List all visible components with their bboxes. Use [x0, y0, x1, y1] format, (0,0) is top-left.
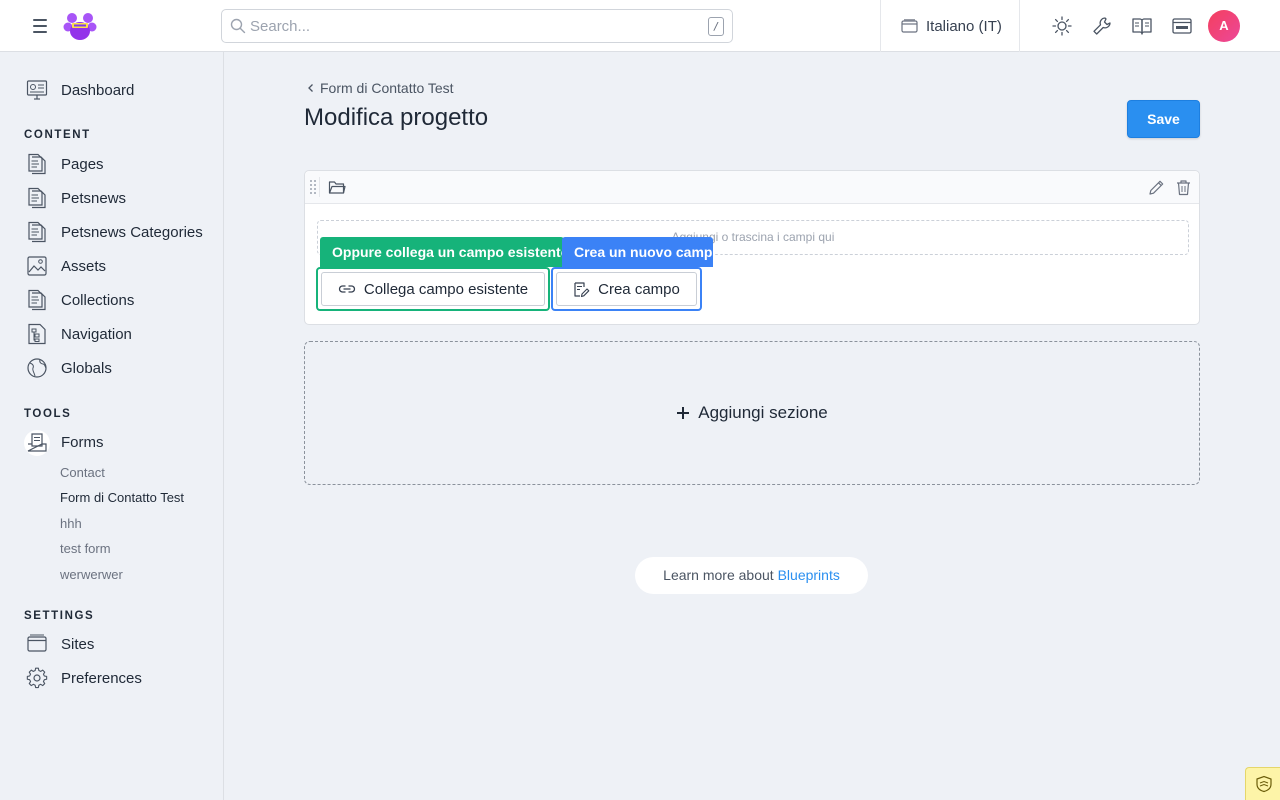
- link-icon: [338, 285, 355, 293]
- folder-icon[interactable]: [328, 179, 346, 195]
- sidebar-item-collections[interactable]: Collections: [26, 287, 134, 313]
- button-content: Crea campo: [573, 281, 680, 298]
- sidebar-subitem-form-di-contatto-test[interactable]: Form di Contatto Test: [60, 490, 184, 505]
- sidebar-item-label: Navigation: [61, 325, 132, 343]
- gear-icon: [26, 667, 48, 689]
- section-title-tools: TOOLS: [24, 408, 72, 420]
- create-field-button[interactable]: Crea campo: [551, 267, 702, 311]
- section-title-content: CONTENT: [24, 129, 91, 141]
- sun-icon[interactable]: [1051, 15, 1073, 37]
- new-field-tooltip: Crea un nuovo campo: [562, 237, 721, 267]
- book-icon[interactable]: [1131, 15, 1153, 37]
- sidebar-item-preferences[interactable]: Preferences: [26, 665, 142, 691]
- sidebar-item-label: Globals: [61, 359, 112, 377]
- section-title-settings: SETTINGS: [24, 610, 95, 622]
- divider: [1019, 0, 1020, 52]
- breadcrumb[interactable]: Form di Contatto Test: [307, 80, 454, 96]
- trash-icon[interactable]: [1175, 179, 1192, 196]
- add-section-button[interactable]: Aggiungi sezione: [304, 341, 1200, 485]
- globe-icon: [27, 358, 47, 378]
- section-header: [305, 171, 1199, 204]
- sidebar: Dashboard CONTENT Pages Petsnews Petsnew…: [0, 52, 224, 800]
- sidebar-item-label: Collections: [61, 291, 135, 309]
- search-shortcut-key: /: [708, 17, 724, 36]
- forms-icon: [27, 433, 47, 452]
- pages-icon: [28, 153, 46, 175]
- add-section-label: Aggiungi sezione: [698, 403, 828, 422]
- navigation-icon: [28, 323, 46, 345]
- search-icon: [230, 18, 246, 34]
- button-content: Collega campo esistente: [338, 281, 528, 298]
- avatar[interactable]: A: [1208, 10, 1240, 42]
- sidebar-subitem-werwerwer[interactable]: werwerwer: [60, 567, 123, 582]
- dashboard-icon: [26, 80, 48, 100]
- collection-icon: [28, 187, 46, 209]
- layers-icon: [1256, 775, 1272, 793]
- page-title: Modifica progetto: [304, 104, 489, 131]
- link-existing-field-label: Collega campo esistente: [363, 280, 529, 298]
- learn-more-text: Learn more about: [663, 567, 774, 583]
- sidebar-item-sites[interactable]: Sites: [26, 631, 94, 657]
- hamburger-icon[interactable]: [30, 17, 50, 35]
- breadcrumb-label: Form di Contatto Test: [320, 80, 454, 96]
- sidebar-item-petsnews-categories[interactable]: Petsnews Categories: [26, 219, 203, 245]
- sidebar-item-petsnews[interactable]: Petsnews: [26, 185, 126, 211]
- sidebar-item-label: Petsnews Categories: [61, 223, 203, 241]
- divider: [880, 0, 881, 52]
- domain-icon[interactable]: [1171, 15, 1193, 37]
- chevron-left-icon: [308, 84, 313, 92]
- link-field-tooltip: Oppure collega un campo esistente: [320, 237, 569, 267]
- drag-handle-icon[interactable]: [308, 177, 320, 197]
- sidebar-item-label: Pages: [61, 155, 104, 173]
- sites-icon: [27, 634, 47, 652]
- blueprints-link[interactable]: Blueprints: [778, 567, 840, 583]
- collection-icon: [28, 221, 46, 243]
- wrench-icon[interactable]: [1091, 15, 1113, 37]
- learn-more-pill: Learn more about Blueprints: [635, 557, 868, 594]
- save-button[interactable]: Save: [1127, 100, 1200, 138]
- paw-logo-icon[interactable]: [63, 9, 97, 43]
- sidebar-item-navigation[interactable]: Navigation: [26, 321, 132, 347]
- site-selector-label: Italiano (IT): [926, 17, 1002, 35]
- pencil-icon[interactable]: [1148, 179, 1165, 196]
- create-field-icon: [574, 281, 590, 297]
- sidebar-subitem-test-form[interactable]: test form: [60, 541, 111, 556]
- search-input[interactable]: [250, 11, 690, 41]
- collections-icon: [28, 289, 46, 311]
- sidebar-item-label: Petsnews: [61, 189, 127, 207]
- sidebar-item-label: Dashboard: [61, 81, 135, 99]
- sidebar-subitem-hhh[interactable]: hhh: [60, 516, 82, 531]
- create-field-label: Crea campo: [598, 280, 680, 298]
- sidebar-item-label: Preferences: [61, 669, 142, 687]
- sidebar-item-label: Forms: [61, 433, 104, 451]
- top-bar: / Italiano (IT) A: [0, 0, 1280, 52]
- sidebar-item-forms[interactable]: Forms: [26, 429, 104, 455]
- sidebar-item-dashboard[interactable]: Dashboard: [26, 77, 134, 103]
- sidebar-item-assets[interactable]: Assets: [26, 253, 106, 279]
- sidebar-item-globals[interactable]: Globals: [26, 355, 112, 381]
- sidebar-item-pages[interactable]: Pages: [26, 151, 104, 177]
- sidebar-item-label: Sites: [61, 635, 95, 653]
- sidebar-item-label: Assets: [61, 257, 107, 275]
- link-existing-field-button[interactable]: Collega campo esistente: [316, 267, 550, 311]
- sidebar-subitem-contact[interactable]: Contact: [60, 465, 105, 480]
- search-box[interactable]: /: [221, 9, 733, 43]
- site-selector[interactable]: Italiano (IT): [901, 14, 1002, 38]
- assets-icon: [27, 256, 47, 276]
- debug-toolbar-toggle[interactable]: [1245, 767, 1280, 800]
- plus-icon: [677, 407, 690, 419]
- sites-icon: [901, 18, 918, 33]
